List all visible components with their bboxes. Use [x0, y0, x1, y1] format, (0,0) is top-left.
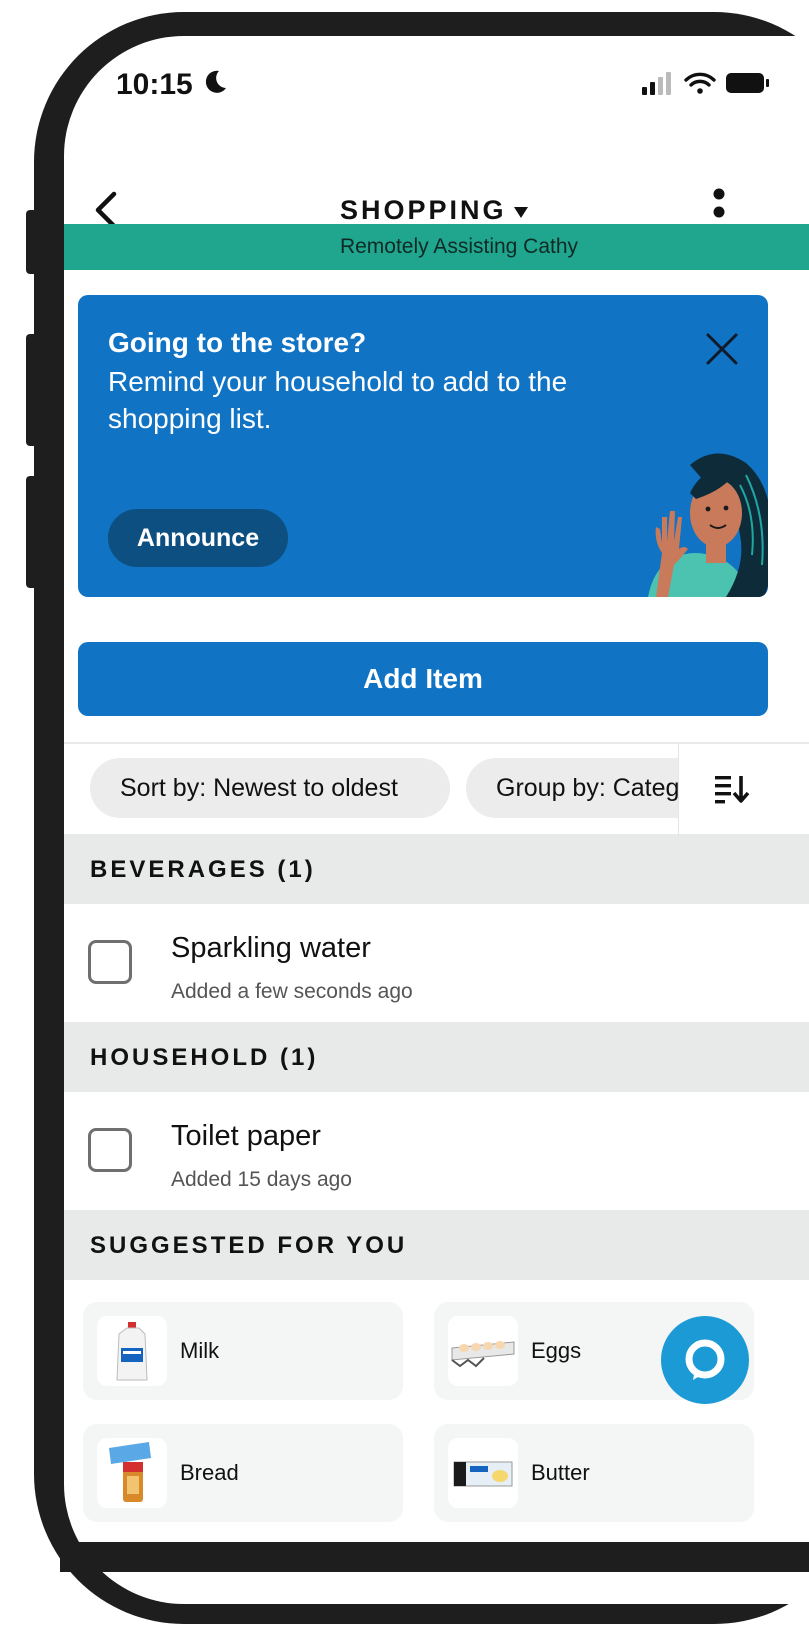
- sort-order-button[interactable]: [678, 744, 809, 834]
- list-item[interactable]: Toilet paper Added 15 days ago: [64, 1092, 809, 1210]
- close-icon[interactable]: [704, 331, 740, 367]
- item-checkbox[interactable]: [88, 1128, 132, 1172]
- suggestion-thumbnail: [448, 1438, 518, 1508]
- promo-body: Remind your household to add to the shop…: [108, 366, 568, 434]
- list-item[interactable]: Sparkling water Added a few seconds ago: [64, 904, 809, 1022]
- battery-icon: [726, 73, 769, 93]
- promo-title: Going to the store?: [108, 327, 367, 358]
- suggestion-thumbnail: [97, 1316, 167, 1386]
- suggestion-label: Milk: [180, 1338, 220, 1363]
- announce-button[interactable]: Announce: [108, 509, 288, 567]
- egg-carton-icon: [451, 1341, 515, 1368]
- alexa-button[interactable]: [661, 1316, 749, 1404]
- remote-assist-text: Remotely Assisting Cathy: [339, 235, 579, 258]
- caret-down-icon: [513, 207, 528, 218]
- suggestion-label: Butter: [531, 1460, 590, 1485]
- section-header: SUGGESTED FOR YOU: [64, 1210, 809, 1280]
- sort-descending-icon: [715, 776, 750, 804]
- section-title: HOUSEHOLD (1): [90, 1044, 319, 1071]
- page-title: SHOPPING: [340, 194, 507, 225]
- alexa-icon: [685, 1339, 725, 1380]
- phone-bottom-bezel: [60, 1542, 809, 1572]
- butter-pack-icon: [453, 1461, 513, 1487]
- group-chip[interactable]: Group by: Category: [466, 758, 706, 818]
- milk-jug-icon: [116, 1322, 148, 1381]
- suggestion-thumbnail: [448, 1316, 518, 1386]
- moon-icon: [205, 70, 226, 93]
- section-title: BEVERAGES (1): [90, 856, 316, 883]
- suggestion-card[interactable]: Milk: [83, 1302, 403, 1400]
- status-icons: [642, 72, 769, 95]
- wifi-icon: [684, 72, 716, 94]
- status-time: 10:15: [116, 68, 193, 101]
- item-added-time: Added 15 days ago: [171, 1168, 352, 1191]
- section-title: SUGGESTED FOR YOU: [90, 1232, 408, 1259]
- section-header: HOUSEHOLD (1): [64, 1022, 809, 1092]
- item-name: Sparkling water: [171, 932, 371, 964]
- suggestion-thumbnail: [97, 1438, 167, 1508]
- add-item-button[interactable]: Add Item: [78, 642, 768, 716]
- suggestion-label: Eggs: [531, 1338, 582, 1363]
- bread-loaf-icon: [109, 1442, 151, 1502]
- section-header: BEVERAGES (1): [64, 834, 809, 904]
- suggestion-card[interactable]: Butter: [434, 1424, 754, 1522]
- app-screenshot: 10:15 SHOPPING Remotely Assisting Cathy …: [0, 0, 809, 1631]
- waving-woman-illustration: [648, 453, 768, 597]
- phone-screen: 10:15 SHOPPING Remotely Assisting Cathy …: [64, 36, 809, 1604]
- signal-icon: [642, 72, 671, 95]
- item-added-time: Added a few seconds ago: [171, 980, 413, 1003]
- sort-chip[interactable]: Sort by: Newest to oldest: [90, 758, 450, 818]
- item-checkbox[interactable]: [88, 940, 132, 984]
- status-bar: 10:15: [64, 36, 809, 156]
- suggestion-card[interactable]: Bread: [83, 1424, 403, 1522]
- item-name: Toilet paper: [171, 1120, 321, 1152]
- suggestion-label: Bread: [180, 1460, 239, 1485]
- promo-card: Going to the store? Remind your househol…: [78, 295, 768, 597]
- remote-assist-banner: Remotely Assisting Cathy: [64, 224, 809, 270]
